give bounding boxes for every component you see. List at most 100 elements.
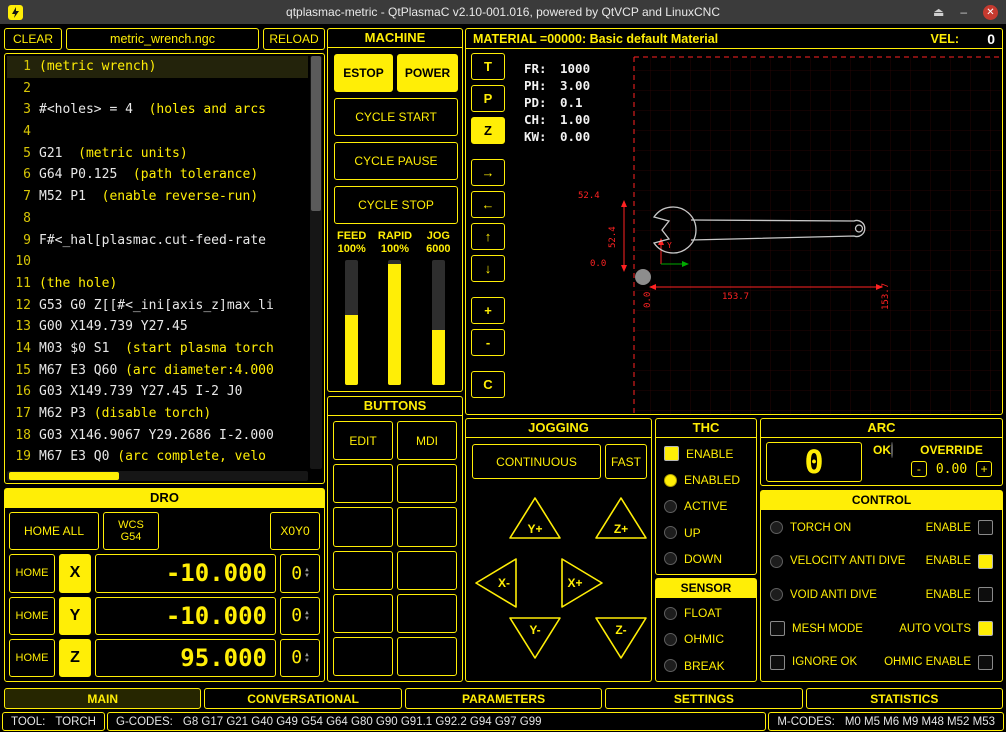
custom-button-slot[interactable] [333,637,393,676]
pan-up-icon[interactable]: ↑ [471,223,505,250]
cycle-stop-button[interactable]: CYCLE STOP [334,186,458,224]
jog-slider[interactable] [432,260,445,385]
clear-button[interactable]: CLEAR [4,28,62,50]
cycle-pause-button[interactable]: CYCLE PAUSE [334,142,458,180]
home-all-button[interactable]: HOME ALL [9,512,99,550]
jog-x-plus-button[interactable]: X+ [559,555,605,611]
clear-plot-button[interactable]: C [471,371,505,398]
gcode-line[interactable]: 8 [7,208,308,230]
minimize-window-icon[interactable]: – [960,5,967,19]
tab-statistics[interactable]: STATISTICS [806,688,1003,709]
gcode-line[interactable]: 11(the hole) [7,273,308,295]
axis-x-button[interactable]: X [59,554,91,592]
gcode-line[interactable]: 10 [7,251,308,273]
gcode-line[interactable]: 19M67 E3 Q0 (arc complete, velo [7,446,308,468]
torch-enable-checkbox[interactable] [978,520,993,535]
horizontal-scrollbar[interactable] [7,471,308,481]
gcode-line[interactable]: 14M03 $0 S1 (start plasma torch [7,338,308,360]
horizontal-scrollbar-thumb[interactable] [9,472,119,480]
shade-window-icon[interactable]: ⏏ [933,5,944,19]
rapid-slider[interactable] [388,260,401,385]
tab-main[interactable]: MAIN [4,688,201,709]
view-top-button[interactable]: T [471,53,505,80]
close-window-icon[interactable]: ✕ [983,5,998,20]
mesh-mode-checkbox[interactable] [770,621,785,636]
gcode-editor[interactable]: 1(metric wrench) 2 3#<holes> = 4 (holes … [4,53,325,484]
zoom-out-button[interactable]: - [471,329,505,356]
void-anti-dive-enable-checkbox[interactable] [978,587,993,602]
custom-button-slot[interactable] [333,464,393,503]
gcode-line[interactable]: 2 [7,78,308,100]
wcs-button[interactable]: WCS G54 [103,512,159,550]
gcode-line[interactable]: 9F#<_hal[plasmac.cut-feed-rate [7,230,308,252]
estop-button[interactable]: ESTOP [334,54,393,92]
custom-button-slot[interactable] [397,507,457,546]
custom-button-slot[interactable] [333,551,393,590]
gcode-line[interactable]: 12G53 G0 Z[[#<_ini[axis_z]max_li [7,295,308,317]
gcode-line[interactable]: 5G21 (metric units) [7,143,308,165]
override-minus-button[interactable]: - [911,461,927,477]
feed-slider[interactable] [345,260,358,385]
gcode-line[interactable]: 1(metric wrench) [7,56,308,78]
custom-button-slot[interactable] [397,594,457,633]
graphics-preview[interactable]: 52.4 52.4 0.0 0.0 153.7 153.7 [510,50,1002,414]
jog-x-minus-button[interactable]: X- [473,555,519,611]
ignore-ok-checkbox[interactable] [770,655,785,670]
zero-xy-button[interactable]: X0Y0 [270,512,320,550]
gcode-line[interactable]: 6G64 P0.125 (path tolerance) [7,164,308,186]
jog-z-minus-button[interactable]: Z- [593,615,649,661]
pan-down-icon[interactable]: ↓ [471,255,505,282]
vertical-scrollbar[interactable] [310,56,322,469]
gcode-line[interactable]: 7M52 P1 (enable reverse-run) [7,186,308,208]
tab-parameters[interactable]: PARAMETERS [405,688,602,709]
axis-z-button[interactable]: Z [59,639,91,677]
dro-z-offset-spinbox[interactable]: 0 ▲▼ [280,639,320,677]
jog-continuous-button[interactable]: CONTINUOUS [472,444,601,479]
gcode-line[interactable]: 13G00 X149.739 Y27.45 [7,316,308,338]
jog-y-minus-button[interactable]: Y- [507,615,563,661]
zoom-in-button[interactable]: + [471,297,505,324]
home-y-button[interactable]: HOME [9,597,55,635]
spinbox-arrows-icon[interactable]: ▲▼ [305,567,309,579]
gcode-line[interactable]: 4 [7,121,308,143]
gcode-line[interactable]: 16G03 X149.739 Y27.45 I-2 J0 [7,381,308,403]
axis-y-button[interactable]: Y [59,597,91,635]
tab-settings[interactable]: SETTINGS [605,688,802,709]
jog-y-plus-button[interactable]: Y+ [507,495,563,541]
reload-button[interactable]: RELOAD [263,28,325,50]
gcode-line[interactable]: 18G03 X146.9067 Y29.2686 I-2.000 [7,425,308,447]
gcode-line[interactable]: 17M62 P3 (disable torch) [7,403,308,425]
dro-x-offset-spinbox[interactable]: 0 ▲▼ [280,554,320,592]
mdi-button[interactable]: MDI [397,421,457,460]
gcode-line[interactable]: 3#<holes> = 4 (holes and arcs [7,99,308,121]
thc-enable-checkbox[interactable] [664,446,679,461]
home-x-button[interactable]: HOME [9,554,55,592]
line-number: 12 [7,295,31,317]
custom-button-slot[interactable] [333,507,393,546]
jog-fast-button[interactable]: FAST [605,444,647,479]
spinbox-arrows-icon[interactable]: ▲▼ [305,610,309,622]
jog-z-plus-button[interactable]: Z+ [593,495,649,541]
custom-button-slot[interactable] [397,464,457,503]
pan-left-icon[interactable]: ← [471,191,505,218]
cycle-start-button[interactable]: CYCLE START [334,98,458,136]
material-selector[interactable]: 00000: Basic default Material [547,32,718,46]
home-z-button[interactable]: HOME [9,639,55,677]
pan-right-icon[interactable]: → [471,159,505,186]
dro-y-offset-spinbox[interactable]: 0 ▲▼ [280,597,320,635]
view-z-button[interactable]: Z [471,117,505,144]
vertical-scrollbar-thumb[interactable] [311,56,321,211]
power-button[interactable]: POWER [397,54,458,92]
edit-button[interactable]: EDIT [333,421,393,460]
custom-button-slot[interactable] [397,551,457,590]
velocity-anti-dive-enable-checkbox[interactable] [978,554,993,569]
tab-conversational[interactable]: CONVERSATIONAL [204,688,401,709]
ohmic-enable-checkbox[interactable] [978,655,993,670]
gcode-line[interactable]: 15M67 E3 Q60 (arc diameter:4.000 [7,360,308,382]
auto-volts-checkbox[interactable] [978,621,993,636]
custom-button-slot[interactable] [333,594,393,633]
custom-button-slot[interactable] [397,637,457,676]
override-plus-button[interactable]: + [976,461,992,477]
spinbox-arrows-icon[interactable]: ▲▼ [305,652,309,664]
view-perspective-button[interactable]: P [471,85,505,112]
